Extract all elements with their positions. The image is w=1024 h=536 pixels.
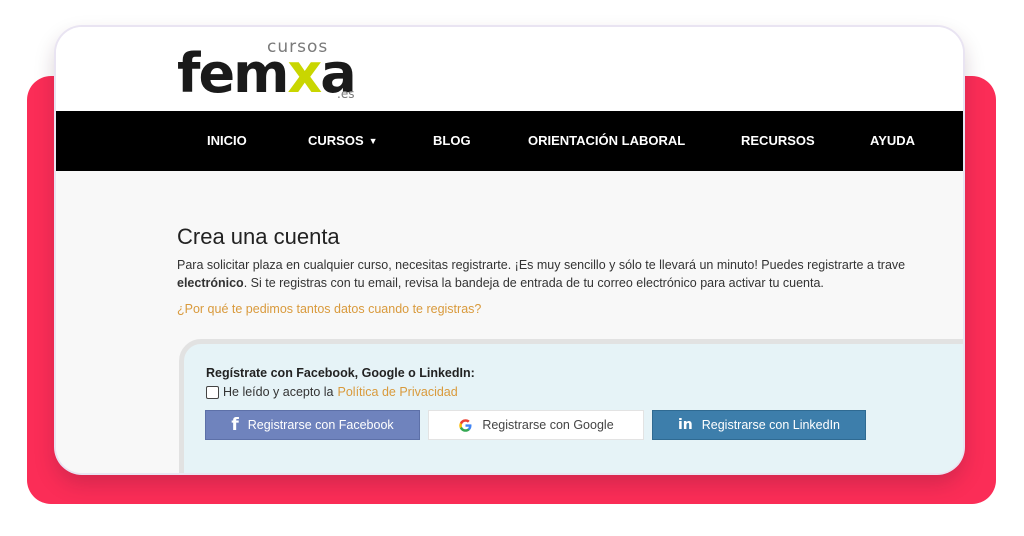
nav-item-label: AYUDA	[870, 133, 916, 148]
social-signup-title: Regístrate con Facebook, Google o Linked…	[206, 366, 475, 380]
intro-bold-text: electrónico	[177, 276, 244, 290]
main-navigation: INICIO CURSOS ▼ BLOG ORIENTACIÓN LABORAL …	[56, 111, 963, 171]
google-icon	[459, 418, 472, 432]
browser-screenshot-card: cursos femxa .es INICIO CURSOS ▼ BLOG ORI…	[56, 27, 963, 473]
caret-down-icon: ▼	[368, 136, 378, 146]
nav-item-recursos[interactable]: RECURSOS	[741, 111, 815, 171]
privacy-consent-text: He leído y acepto la	[223, 385, 334, 399]
privacy-checkbox[interactable]	[206, 385, 219, 399]
logo-brand: femxa	[177, 46, 357, 102]
logo-brand-x: x	[287, 42, 322, 105]
logo-brand-pre: fem	[177, 42, 289, 105]
register-google-button[interactable]: Registrarse con Google	[428, 410, 644, 440]
register-facebook-button[interactable]: f Registrarse con Facebook	[205, 410, 420, 440]
nav-item-orientacion-laboral[interactable]: ORIENTACIÓN LABORAL	[528, 111, 685, 171]
intro-line-1: Para solicitar plaza en cualquier curso,…	[177, 258, 906, 272]
nav-item-label: RECURSOS	[741, 133, 815, 148]
register-facebook-label: Registrarse con Facebook	[247, 418, 394, 432]
why-data-link[interactable]: ¿Por qué te pedimos tantos datos cuando …	[177, 302, 481, 316]
intro-line-2-text: . Si te registras con tu email, revisa l…	[243, 276, 824, 290]
nav-item-label: INICIO	[207, 133, 247, 148]
nav-item-label: ORIENTACIÓN LABORAL	[528, 133, 686, 148]
intro-line-2: electrónico. Si te registras con tu emai…	[177, 274, 963, 292]
facebook-icon: f	[231, 415, 239, 435]
social-signup-box: Regístrate con Facebook, Google o Linked…	[179, 339, 963, 473]
femxa-logo[interactable]: cursos femxa .es	[177, 37, 367, 107]
page-title: Crea una cuenta	[177, 224, 340, 249]
linkedin-icon: in	[677, 417, 693, 433]
nav-item-inicio[interactable]: INICIO	[207, 111, 247, 171]
nav-item-label: CURSOS	[308, 133, 364, 148]
register-linkedin-label: Registrarse con LinkedIn	[701, 418, 841, 432]
nav-item-blog[interactable]: BLOG	[433, 111, 471, 171]
nav-item-cursos[interactable]: CURSOS ▼	[308, 111, 378, 171]
privacy-consent-row[interactable]: He leído y acepto la Política de Privaci…	[206, 385, 458, 399]
nav-item-ayuda[interactable]: AYUDA	[870, 111, 915, 171]
privacy-policy-link[interactable]: Política de Privacidad	[338, 385, 458, 399]
register-google-label: Registrarse con Google	[482, 418, 614, 432]
intro-text: Para solicitar plaza en cualquier curso,…	[177, 256, 963, 292]
main-content: Crea una cuenta Para solicitar plaza en …	[56, 171, 963, 473]
nav-item-label: BLOG	[433, 133, 471, 148]
site-header: cursos femxa .es	[56, 27, 963, 111]
logo-tld: .es	[337, 87, 355, 101]
register-linkedin-button[interactable]: in Registrarse con LinkedIn	[652, 410, 866, 440]
